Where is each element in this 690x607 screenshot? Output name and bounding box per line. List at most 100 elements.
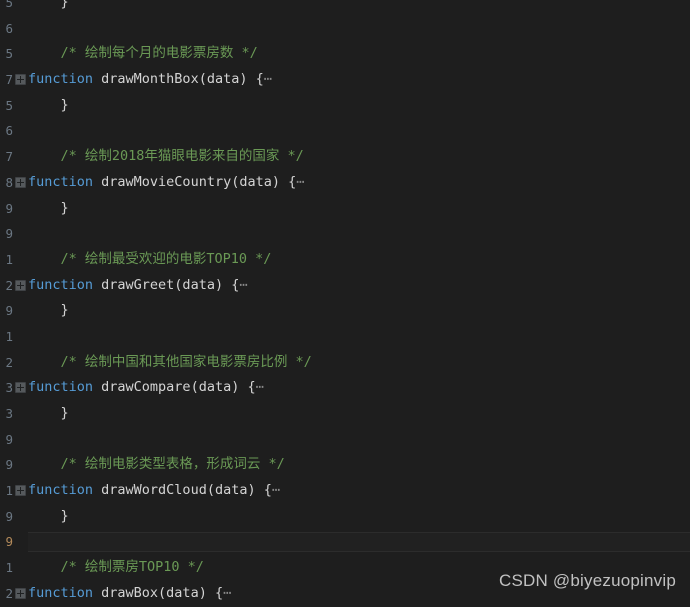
line-number: 3: [5, 380, 13, 396]
line-number: 7: [5, 149, 13, 165]
line-number: 2: [5, 354, 13, 370]
code-line[interactable]: 5 }: [0, 0, 690, 16]
code-line-content[interactable]: /* 绘制最受欢迎的电影TOP10 */: [28, 247, 272, 273]
line-number: 8: [5, 174, 13, 190]
code-line-content[interactable]: function drawMonthBox(data) {⋯: [28, 67, 273, 93]
code-line[interactable]: 7 function drawMonthBox(data) {⋯: [0, 67, 690, 93]
code-lines-container[interactable]: 5 } 6 5 /* 绘制每个月的电影票房数 */ 7 function drawMon…: [0, 0, 690, 607]
token-keyword: function: [28, 173, 94, 190]
token-keyword: function: [28, 71, 94, 88]
line-number: 9: [5, 508, 13, 524]
token-folddots: ⋯: [271, 482, 281, 499]
code-line-content[interactable]: function drawCompare(data) {⋯: [28, 375, 265, 401]
token-folddots: ⋯: [255, 379, 265, 396]
code-line-content[interactable]: /* 绘制中国和其他国家电影票房比例 */: [28, 350, 312, 376]
code-line-content[interactable]: }: [28, 298, 69, 324]
code-editor[interactable]: 5 } 6 5 /* 绘制每个月的电影票房数 */ 7 function drawMon…: [0, 0, 690, 607]
code-line[interactable]: 9 }: [0, 504, 690, 530]
code-line[interactable]: 5 /* 绘制每个月的电影票房数 */: [0, 41, 690, 67]
code-line[interactable]: 9: [0, 529, 690, 555]
code-line[interactable]: 8 function drawMovieCountry(data) {⋯: [0, 170, 690, 196]
token-plain: }: [28, 507, 69, 524]
token-plain: drawWordCloud(data) {: [93, 482, 272, 499]
code-line-content[interactable]: }: [28, 401, 69, 427]
fold-expand-icon[interactable]: [15, 74, 26, 86]
token-plain: drawBox(data) {: [93, 584, 224, 601]
token-comment: /* 绘制中国和其他国家电影票房比例 */: [28, 353, 312, 370]
code-line-content[interactable]: /* 绘制电影类型表格，形成词云 */: [28, 452, 285, 478]
code-line-content[interactable]: }: [28, 93, 69, 119]
token-folddots: ⋯: [223, 584, 233, 601]
fold-expand-icon[interactable]: [15, 279, 26, 291]
code-line[interactable]: 9: [0, 427, 690, 453]
line-number: 1: [5, 328, 13, 344]
code-line-content[interactable]: function drawGreet(data) {⋯: [28, 273, 248, 299]
code-line[interactable]: 1 /* 绘制最受欢迎的电影TOP10 */: [0, 247, 690, 273]
token-plain: drawGreet(data) {: [93, 276, 240, 293]
code-line[interactable]: 3 function drawCompare(data) {⋯: [0, 375, 690, 401]
fold-expand-icon[interactable]: [15, 587, 26, 599]
token-keyword: function: [28, 482, 94, 499]
line-number: 9: [5, 200, 13, 216]
line-number: 7: [5, 72, 13, 88]
code-line-content[interactable]: /* 绘制2018年猫眼电影来自的国家 */: [28, 144, 304, 170]
code-line-content[interactable]: /* 绘制每个月的电影票房数 */: [28, 41, 258, 67]
line-number: 9: [5, 431, 13, 447]
line-number: 9: [5, 534, 13, 550]
code-line[interactable]: 1: [0, 324, 690, 350]
token-folddots: ⋯: [239, 276, 249, 293]
token-folddots: ⋯: [296, 173, 306, 190]
code-line-content[interactable]: function drawWordCloud(data) {⋯: [28, 478, 281, 504]
line-number: 9: [5, 226, 13, 242]
csdn-watermark: CSDN @biyezuopinvip: [499, 571, 676, 590]
token-comment: /* 绘制最受欢迎的电影TOP10 */: [28, 250, 272, 267]
fold-expand-icon[interactable]: [15, 176, 26, 188]
token-keyword: function: [28, 584, 94, 601]
code-line[interactable]: 3 }: [0, 401, 690, 427]
token-comment: /* 绘制2018年猫眼电影来自的国家 */: [28, 148, 304, 165]
code-line[interactable]: 9 }: [0, 298, 690, 324]
code-line[interactable]: 1 function drawWordCloud(data) {⋯: [0, 478, 690, 504]
code-line-content[interactable]: }: [28, 196, 69, 222]
code-line-content[interactable]: function drawMovieCountry(data) {⋯: [28, 170, 305, 196]
code-line[interactable]: 7 /* 绘制2018年猫眼电影来自的国家 */: [0, 144, 690, 170]
fold-expand-icon[interactable]: [15, 382, 26, 394]
token-plain: }: [28, 302, 69, 319]
token-comment: /* 绘制票房TOP10 */: [28, 559, 204, 576]
code-line[interactable]: 6: [0, 118, 690, 144]
code-line-content[interactable]: }: [28, 0, 69, 16]
token-plain: drawMonthBox(data) {: [93, 71, 264, 88]
code-line[interactable]: 9 }: [0, 196, 690, 222]
token-plain: drawMovieCountry(data) {: [93, 173, 297, 190]
line-number: 2: [5, 277, 13, 293]
code-line-content[interactable]: function drawBox(data) {⋯: [28, 581, 232, 607]
code-line[interactable]: 5 }: [0, 93, 690, 119]
line-number: 5: [5, 97, 13, 113]
code-line-content[interactable]: /* 绘制票房TOP10 */: [28, 555, 204, 581]
line-number: 5: [5, 46, 13, 62]
code-line[interactable]: 9 /* 绘制电影类型表格，形成词云 */: [0, 452, 690, 478]
token-keyword: function: [28, 379, 94, 396]
token-comment: /* 绘制每个月的电影票房数 */: [28, 45, 258, 62]
code-line-content[interactable]: }: [28, 504, 69, 530]
line-number: 9: [5, 457, 13, 473]
token-folddots: ⋯: [263, 71, 273, 88]
fold-expand-icon[interactable]: [15, 485, 26, 497]
token-plain: }: [28, 0, 69, 10]
line-number: 1: [5, 483, 13, 499]
token-comment: /* 绘制电影类型表格，形成词云 */: [28, 456, 285, 473]
token-plain: drawCompare(data) {: [93, 379, 256, 396]
token-plain: }: [28, 405, 69, 421]
line-number: 2: [5, 585, 13, 601]
code-line[interactable]: 2 /* 绘制中国和其他国家电影票房比例 */: [0, 350, 690, 376]
line-number: 6: [5, 123, 13, 139]
line-number: 5: [5, 0, 13, 10]
token-plain: }: [28, 199, 69, 216]
code-line[interactable]: 9: [0, 221, 690, 247]
current-line-highlight: [28, 532, 690, 553]
code-line[interactable]: 2 function drawGreet(data) {⋯: [0, 273, 690, 299]
line-number: 6: [5, 20, 13, 36]
line-number: 1: [5, 560, 13, 576]
line-number: 9: [5, 303, 13, 319]
code-line[interactable]: 6: [0, 16, 690, 42]
